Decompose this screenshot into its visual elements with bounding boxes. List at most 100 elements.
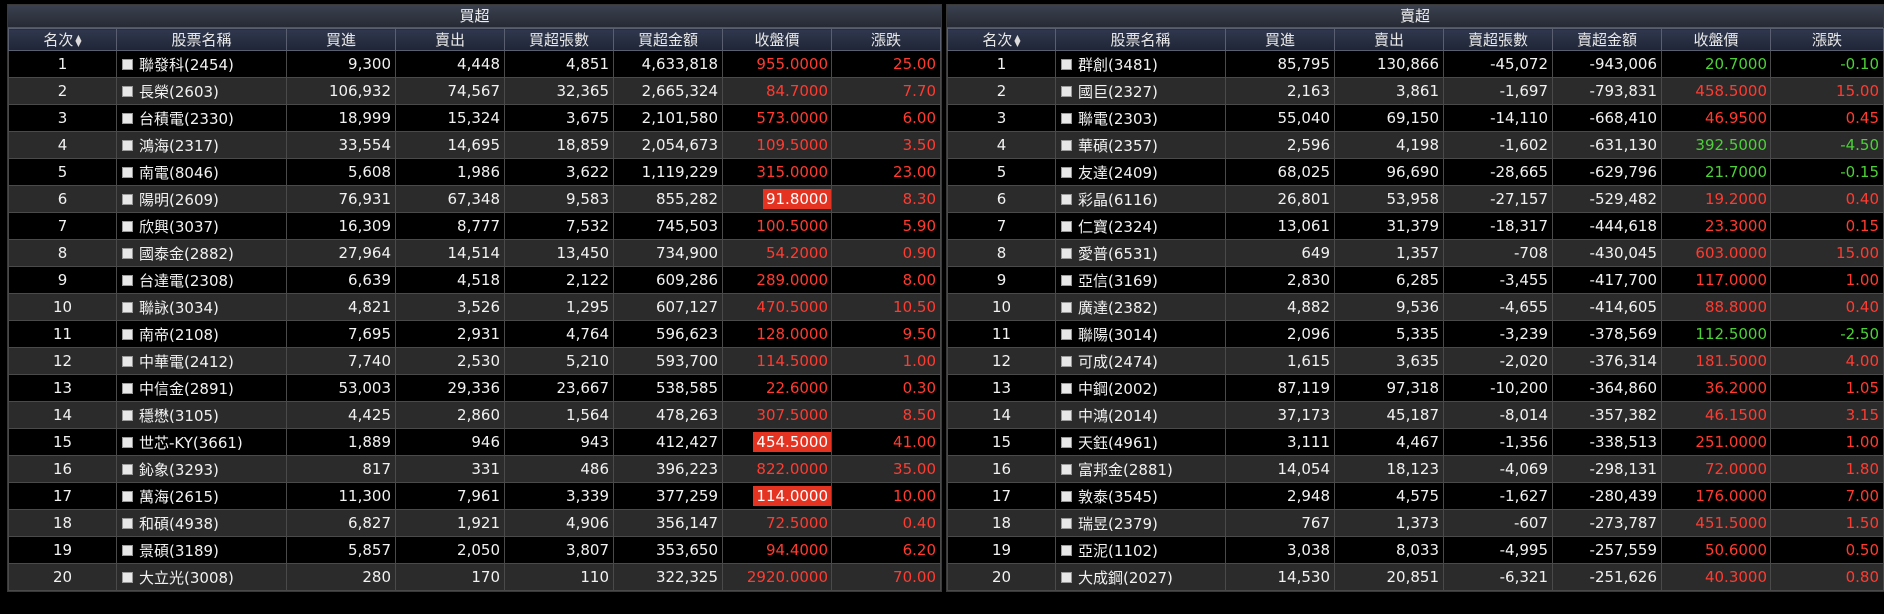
stock-name-cell[interactable]: 國巨(2327) <box>1055 77 1226 105</box>
table-row[interactable]: 1 群創(3481) 85,795 130,866 -45,072 -943,006 20.… <box>947 50 1884 78</box>
stock-name-cell[interactable]: 大成鋼(2027) <box>1055 563 1226 591</box>
stock-name-cell[interactable]: 亞泥(1102) <box>1055 536 1226 564</box>
table-row[interactable]: 10 廣達(2382) 4,882 9,536 -4,655 -414,605 88.800… <box>947 293 1884 321</box>
col-header-change[interactable]: 漲跌 <box>1770 28 1884 51</box>
stock-name-cell[interactable]: 國泰金(2882) <box>116 239 287 267</box>
select-checkbox[interactable] <box>1061 490 1072 502</box>
stock-name-cell[interactable]: 聯詠(3034) <box>116 293 287 321</box>
col-header-net-volume[interactable]: 賣超張數 <box>1443 28 1553 51</box>
stock-name-cell[interactable]: 南帝(2108) <box>116 320 287 348</box>
table-row[interactable]: 18 瑞昱(2379) 767 1,373 -607 -273,787 451.5000 1.… <box>947 509 1884 537</box>
select-checkbox[interactable] <box>122 436 133 448</box>
stock-name-cell[interactable]: 欣興(3037) <box>116 212 287 240</box>
select-checkbox[interactable] <box>1061 409 1072 421</box>
select-checkbox[interactable] <box>122 463 133 475</box>
select-checkbox[interactable] <box>1061 274 1072 286</box>
col-header-net-amount[interactable]: 買超金額 <box>613 28 723 51</box>
select-checkbox[interactable] <box>122 112 133 124</box>
stock-name-cell[interactable]: 穩懋(3105) <box>116 401 287 429</box>
table-row[interactable]: 14 中鴻(2014) 37,173 45,187 -8,014 -357,382 46.1… <box>947 401 1884 429</box>
stock-name-cell[interactable]: 華碩(2357) <box>1055 131 1226 159</box>
table-row[interactable]: 6 陽明(2609) 76,931 67,348 9,583 855,282 91.8000… <box>8 185 941 213</box>
table-row[interactable]: 14 穩懋(3105) 4,425 2,860 1,564 478,263 307.5000… <box>8 401 941 429</box>
stock-name-cell[interactable]: 可成(2474) <box>1055 347 1226 375</box>
stock-name-cell[interactable]: 中華電(2412) <box>116 347 287 375</box>
table-row[interactable]: 5 友達(2409) 68,025 96,690 -28,665 -629,796 21.7… <box>947 158 1884 186</box>
select-checkbox[interactable] <box>122 220 133 232</box>
table-row[interactable]: 1 聯發科(2454) 9,300 4,448 4,851 4,633,818 955.00… <box>8 50 941 78</box>
table-row[interactable]: 5 南電(8046) 5,608 1,986 3,622 1,119,229 315.000… <box>8 158 941 186</box>
col-header-buy[interactable]: 買進 <box>286 28 396 51</box>
table-row[interactable]: 3 聯電(2303) 55,040 69,150 -14,110 -668,410 46.9… <box>947 104 1884 132</box>
select-checkbox[interactable] <box>1061 571 1072 583</box>
col-header-net-amount[interactable]: 賣超金額 <box>1552 28 1662 51</box>
table-row[interactable]: 7 欣興(3037) 16,309 8,777 7,532 745,503 100.5000… <box>8 212 941 240</box>
stock-name-cell[interactable]: 廣達(2382) <box>1055 293 1226 321</box>
select-checkbox[interactable] <box>122 490 133 502</box>
stock-name-cell[interactable]: 大立光(3008) <box>116 563 287 591</box>
table-row[interactable]: 6 彩晶(6116) 26,801 53,958 -27,157 -529,482 19.2… <box>947 185 1884 213</box>
select-checkbox[interactable] <box>122 139 133 151</box>
select-checkbox[interactable] <box>122 544 133 556</box>
table-row[interactable]: 4 華碩(2357) 2,596 4,198 -1,602 -631,130 392.500… <box>947 131 1884 159</box>
select-checkbox[interactable] <box>1061 355 1072 367</box>
table-row[interactable]: 11 南帝(2108) 7,695 2,931 4,764 596,623 128.0000… <box>8 320 941 348</box>
stock-name-cell[interactable]: 聯陽(3014) <box>1055 320 1226 348</box>
select-checkbox[interactable] <box>122 193 133 205</box>
select-checkbox[interactable] <box>122 517 133 529</box>
stock-name-cell[interactable]: 聯發科(2454) <box>116 50 287 78</box>
col-header-sell[interactable]: 賣出 <box>395 28 505 51</box>
stock-name-cell[interactable]: 富邦金(2881) <box>1055 455 1226 483</box>
stock-name-cell[interactable]: 鴻海(2317) <box>116 131 287 159</box>
col-header-name[interactable]: 股票名稱 <box>1055 28 1226 51</box>
stock-name-cell[interactable]: 亞信(3169) <box>1055 266 1226 294</box>
stock-name-cell[interactable]: 鈊象(3293) <box>116 455 287 483</box>
table-row[interactable]: 20 大立光(3008) 280 170 110 322,325 2920.0000 70.0… <box>8 563 941 591</box>
select-checkbox[interactable] <box>122 355 133 367</box>
select-checkbox[interactable] <box>1061 139 1072 151</box>
select-checkbox[interactable] <box>122 382 133 394</box>
table-row[interactable]: 17 萬海(2615) 11,300 7,961 3,339 377,259 114.000… <box>8 482 941 510</box>
select-checkbox[interactable] <box>1061 85 1072 97</box>
stock-name-cell[interactable]: 陽明(2609) <box>116 185 287 213</box>
table-row[interactable]: 20 大成鋼(2027) 14,530 20,851 -6,321 -251,626 40.… <box>947 563 1884 591</box>
stock-name-cell[interactable]: 群創(3481) <box>1055 50 1226 78</box>
stock-name-cell[interactable]: 彩晶(6116) <box>1055 185 1226 213</box>
table-row[interactable]: 12 可成(2474) 1,615 3,635 -2,020 -376,314 181.50… <box>947 347 1884 375</box>
select-checkbox[interactable] <box>1061 328 1072 340</box>
table-row[interactable]: 15 世芯-KY(3661) 1,889 946 943 412,427 454.5000 4… <box>8 428 941 456</box>
select-checkbox[interactable] <box>1061 247 1072 259</box>
table-row[interactable]: 11 聯陽(3014) 2,096 5,335 -3,239 -378,569 112.50… <box>947 320 1884 348</box>
stock-name-cell[interactable]: 仁寶(2324) <box>1055 212 1226 240</box>
stock-name-cell[interactable]: 景碩(3189) <box>116 536 287 564</box>
select-checkbox[interactable] <box>122 166 133 178</box>
table-row[interactable]: 8 愛普(6531) 649 1,357 -708 -430,045 603.0000 15.… <box>947 239 1884 267</box>
table-row[interactable]: 16 鈊象(3293) 817 331 486 396,223 822.0000 35.00 <box>8 455 941 483</box>
select-checkbox[interactable] <box>122 409 133 421</box>
sort-icon[interactable]: ▲ ▼ <box>75 33 81 47</box>
select-checkbox[interactable] <box>122 247 133 259</box>
table-row[interactable]: 18 和碩(4938) 6,827 1,921 4,906 356,147 72.5000 0… <box>8 509 941 537</box>
select-checkbox[interactable] <box>1061 112 1072 124</box>
col-header-net-volume[interactable]: 買超張數 <box>504 28 614 51</box>
select-checkbox[interactable] <box>1061 544 1072 556</box>
select-checkbox[interactable] <box>1061 517 1072 529</box>
stock-name-cell[interactable]: 台達電(2308) <box>116 266 287 294</box>
select-checkbox[interactable] <box>122 328 133 340</box>
select-checkbox[interactable] <box>1061 463 1072 475</box>
col-header-change[interactable]: 漲跌 <box>831 28 941 51</box>
select-checkbox[interactable] <box>122 571 133 583</box>
select-checkbox[interactable] <box>122 58 133 70</box>
select-checkbox[interactable] <box>122 85 133 97</box>
select-checkbox[interactable] <box>1061 166 1072 178</box>
table-row[interactable]: 19 景碩(3189) 5,857 2,050 3,807 353,650 94.4000 6… <box>8 536 941 564</box>
stock-name-cell[interactable]: 天鈺(4961) <box>1055 428 1226 456</box>
stock-name-cell[interactable]: 長榮(2603) <box>116 77 287 105</box>
col-header-close[interactable]: 收盤價 <box>722 28 832 51</box>
table-row[interactable]: 15 天鈺(4961) 3,111 4,467 -1,356 -338,513 251.00… <box>947 428 1884 456</box>
stock-name-cell[interactable]: 聯電(2303) <box>1055 104 1226 132</box>
select-checkbox[interactable] <box>1061 58 1072 70</box>
table-row[interactable]: 9 亞信(3169) 2,830 6,285 -3,455 -417,700 117.000… <box>947 266 1884 294</box>
stock-name-cell[interactable]: 和碩(4938) <box>116 509 287 537</box>
table-row[interactable]: 2 國巨(2327) 2,163 3,861 -1,697 -793,831 458.500… <box>947 77 1884 105</box>
